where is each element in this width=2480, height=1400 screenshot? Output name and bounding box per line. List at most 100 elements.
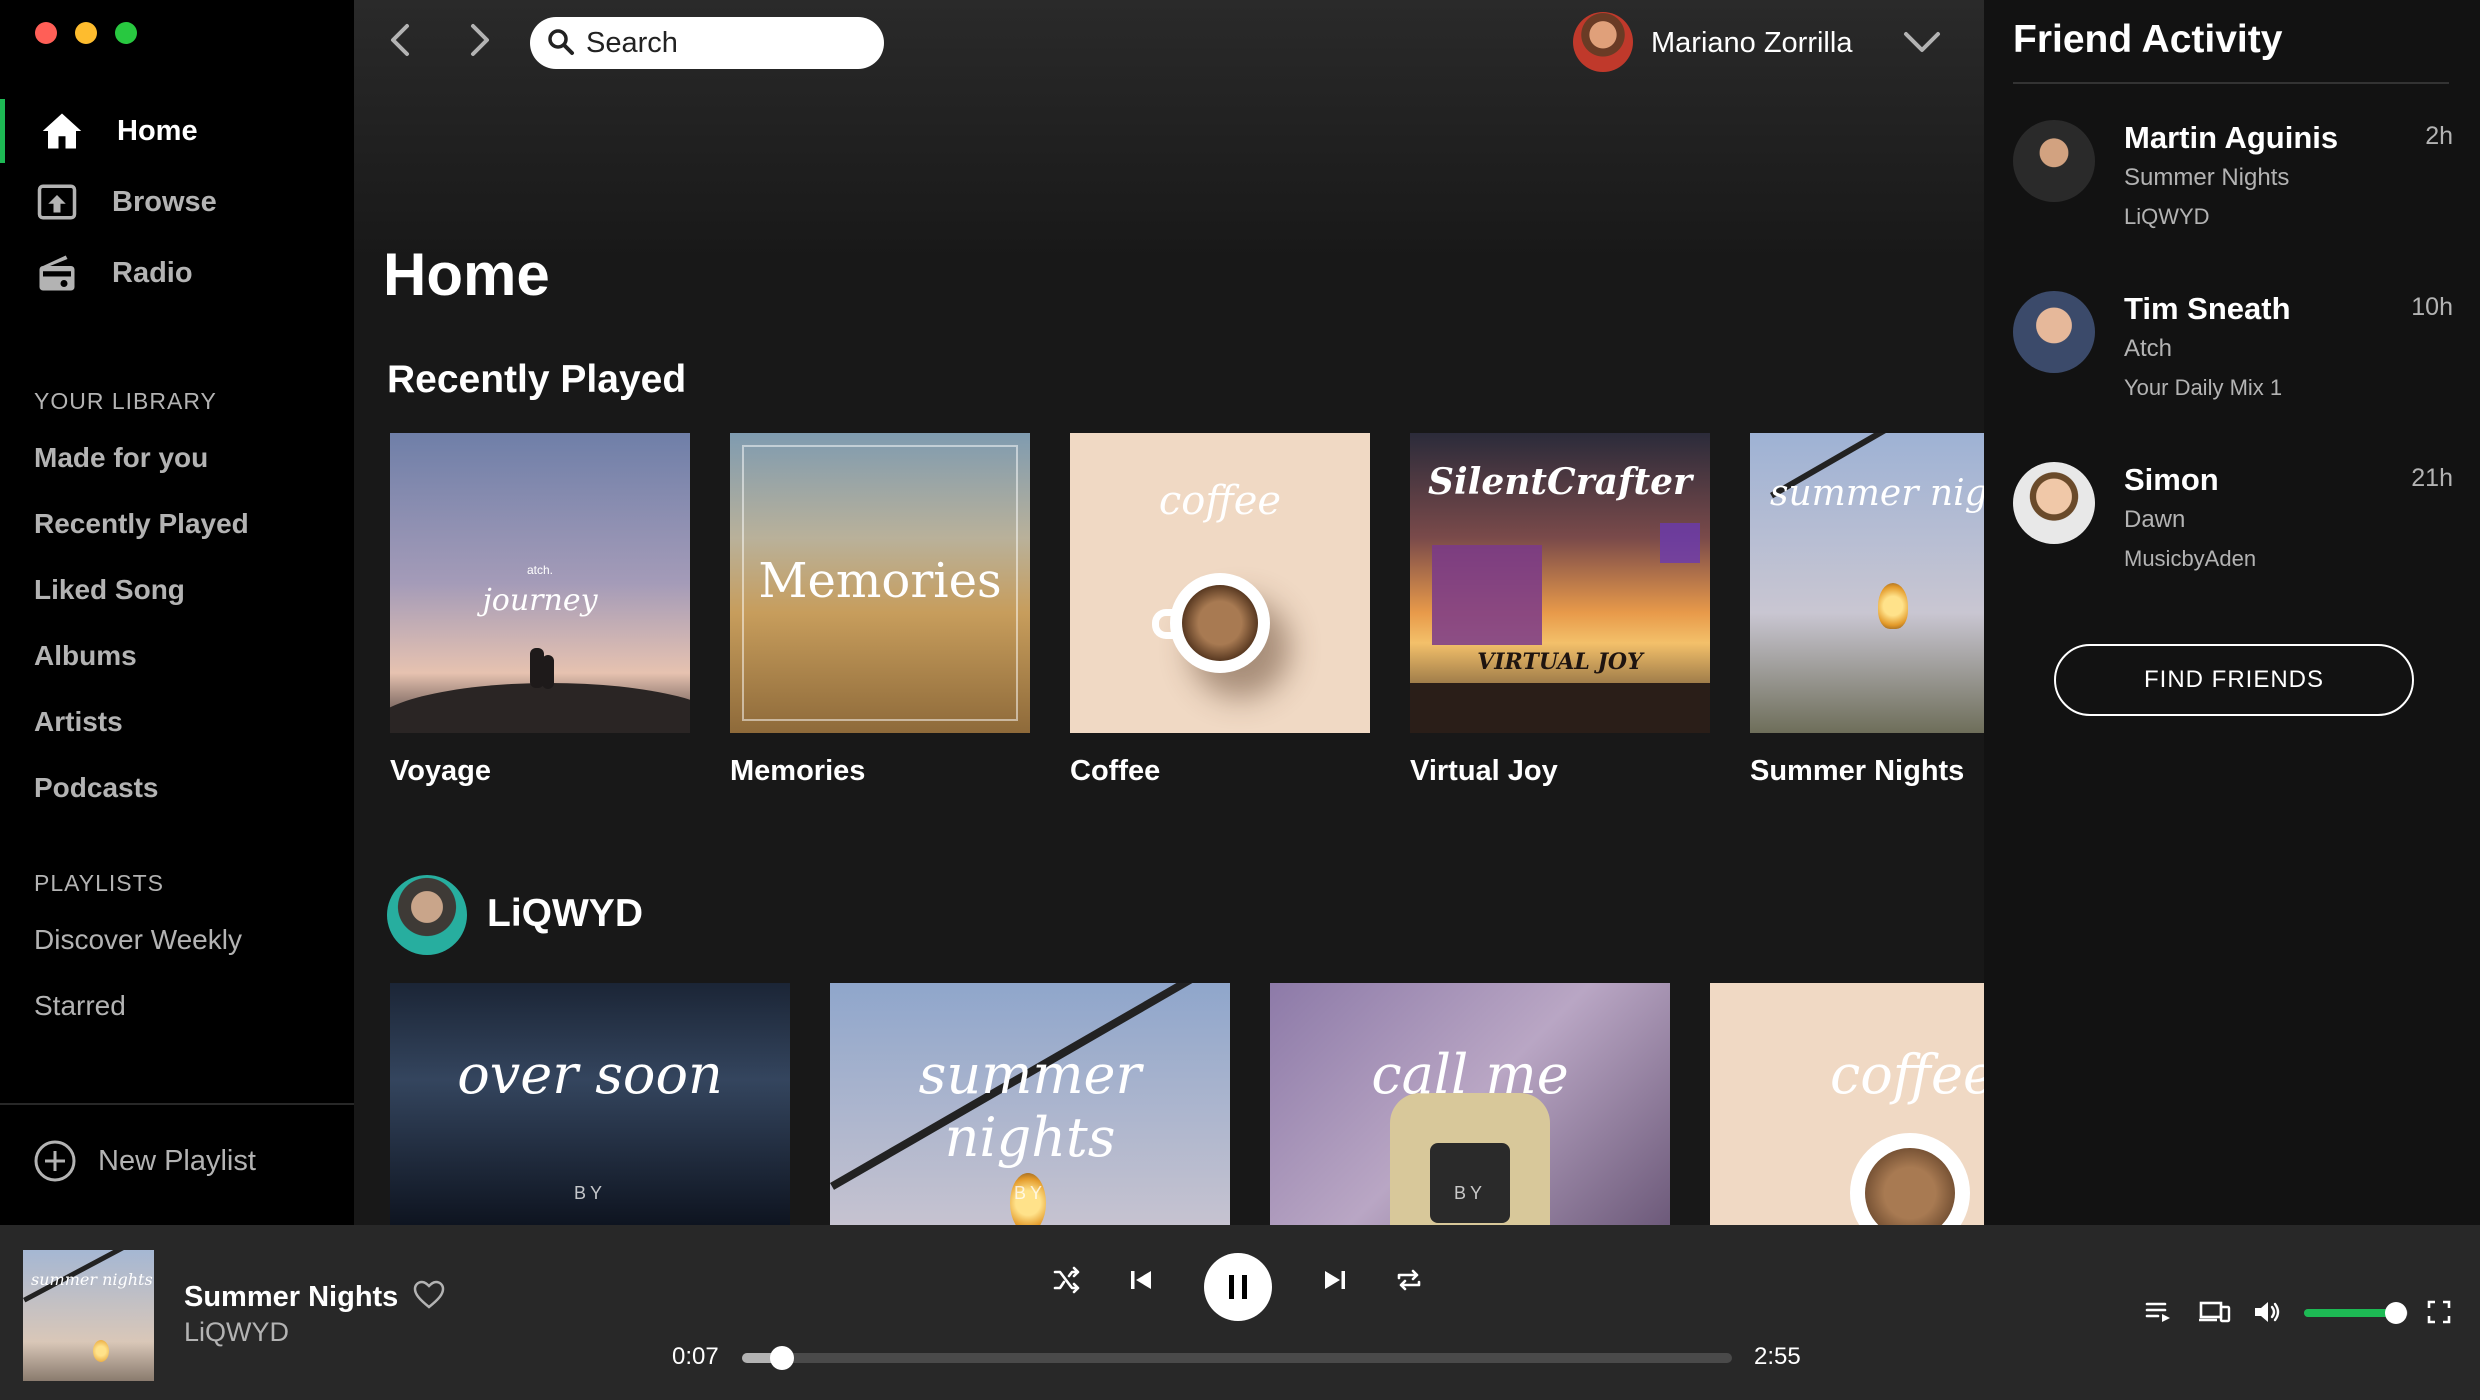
friend-name: Simon bbox=[2124, 462, 2219, 497]
volume-handle[interactable] bbox=[2384, 1302, 2407, 1324]
friend-time: 10h bbox=[2411, 293, 2453, 321]
artist-album-coffee[interactable]: coffee bbox=[1710, 983, 1984, 1225]
new-playlist-button[interactable]: New Playlist bbox=[34, 1140, 256, 1182]
friend-track[interactable]: Dawn bbox=[2124, 506, 2185, 534]
now-playing-cover[interactable]: summer nights bbox=[23, 1250, 154, 1381]
artist-album-call-me[interactable]: call me BY bbox=[1270, 983, 1670, 1225]
shuffle-icon[interactable] bbox=[1052, 1265, 1082, 1295]
search-placeholder: Search bbox=[586, 26, 678, 59]
friend-name: Martin Aguinis bbox=[2124, 120, 2339, 155]
artist-album-summer-nights[interactable]: summer nights BY bbox=[830, 983, 1230, 1225]
album-cover-voyage: atch. journey bbox=[390, 433, 690, 733]
friend-name: Tim Sneath bbox=[2124, 291, 2291, 326]
time-elapsed: 0:07 bbox=[672, 1343, 719, 1370]
friend-item[interactable]: Tim Sneath 10h Atch Your Daily Mix 1 bbox=[2013, 291, 2453, 421]
friend-context[interactable]: MusicbyAden bbox=[2124, 546, 2256, 572]
friend-track[interactable]: Summer Nights bbox=[2124, 164, 2289, 192]
card-label: Coffee bbox=[1070, 755, 1161, 787]
playlist-item-discover-weekly[interactable]: Discover Weekly bbox=[34, 924, 242, 956]
add-circle-icon bbox=[34, 1140, 76, 1182]
volume-fill bbox=[2304, 1309, 2396, 1317]
library-item-podcasts[interactable]: Podcasts bbox=[34, 772, 159, 804]
friend-item[interactable]: Martin Aguinis 2h Summer Nights LiQWYD bbox=[2013, 120, 2453, 250]
cover-text-atch: atch. bbox=[526, 563, 553, 577]
friend-activity-divider bbox=[2013, 82, 2449, 84]
library-item-artists[interactable]: Artists bbox=[34, 706, 123, 738]
chevron-down-icon[interactable] bbox=[1900, 24, 1944, 60]
volume-icon[interactable] bbox=[2252, 1297, 2284, 1327]
friend-track[interactable]: Atch bbox=[2124, 335, 2172, 363]
recent-card-summer-nights[interactable]: summer nights Summer Nights bbox=[1750, 433, 1984, 788]
now-playing-title[interactable]: Summer Nights bbox=[184, 1281, 398, 1314]
nav-home[interactable]: Home bbox=[0, 99, 354, 163]
next-track-icon[interactable] bbox=[1320, 1265, 1350, 1295]
forward-arrow-icon[interactable] bbox=[458, 20, 498, 60]
player-bar: summer nights Summer Nights LiQWYD 0:07 … bbox=[0, 1225, 2480, 1400]
home-icon bbox=[42, 113, 82, 149]
nav-browse-label: Browse bbox=[112, 185, 217, 218]
heart-icon[interactable] bbox=[413, 1280, 445, 1310]
friend-activity-title: Friend Activity bbox=[2013, 18, 2283, 61]
cover-text-coffee: coffee bbox=[1830, 1043, 1984, 1106]
recent-card-virtual-joy[interactable]: SilentCrafter VIRTUAL JOY Virtual Joy bbox=[1410, 433, 1710, 788]
cover-text-journey: journey bbox=[482, 583, 598, 618]
back-arrow-icon[interactable] bbox=[382, 20, 422, 60]
search-icon bbox=[548, 29, 574, 55]
cover-text-virtual-joy: VIRTUAL JOY bbox=[1477, 649, 1643, 675]
friend-time: 2h bbox=[2425, 122, 2453, 150]
album-cover-summer-nights: summer nights bbox=[1750, 433, 1984, 733]
friend-avatar bbox=[2013, 462, 2095, 544]
friend-avatar bbox=[2013, 120, 2095, 202]
minimize-window-button[interactable] bbox=[75, 22, 97, 44]
library-item-liked-songs[interactable]: Liked Song bbox=[34, 574, 185, 606]
progress-handle[interactable] bbox=[769, 1346, 794, 1370]
card-label: Summer Nights bbox=[1750, 755, 1965, 787]
user-name[interactable]: Mariano Zorrilla bbox=[1651, 27, 1852, 60]
time-total: 2:55 bbox=[1754, 1343, 1801, 1370]
friend-context[interactable]: LiQWYD bbox=[2124, 204, 2210, 230]
friend-time: 21h bbox=[2411, 464, 2453, 492]
cover-text-over-soon: over soon bbox=[457, 1043, 723, 1106]
pause-icon bbox=[1229, 1275, 1247, 1299]
library-item-recently-played[interactable]: Recently Played bbox=[34, 508, 249, 540]
previous-track-icon[interactable] bbox=[1126, 1265, 1156, 1295]
search-input[interactable]: Search bbox=[530, 17, 884, 69]
recently-played-title: Recently Played bbox=[387, 358, 687, 401]
radio-icon bbox=[39, 255, 75, 291]
devices-icon[interactable] bbox=[2197, 1297, 2231, 1327]
library-section-title: YOUR LIBRARY bbox=[34, 388, 217, 414]
card-label: Voyage bbox=[390, 755, 492, 787]
zoom-window-button[interactable] bbox=[115, 22, 137, 44]
friend-item[interactable]: Simon 21h Dawn MusicbyAden bbox=[2013, 462, 2453, 592]
artist-name[interactable]: LiQWYD bbox=[487, 892, 643, 936]
artist-avatar[interactable] bbox=[387, 875, 467, 955]
card-label: Virtual Joy bbox=[1410, 755, 1558, 787]
playlist-item-starred[interactable]: Starred bbox=[34, 990, 126, 1022]
recent-card-memories[interactable]: Memories Memories bbox=[730, 433, 1030, 788]
cover-by-label: BY bbox=[1453, 1183, 1486, 1203]
fullscreen-icon[interactable] bbox=[2424, 1297, 2454, 1327]
queue-icon[interactable] bbox=[2144, 1297, 2174, 1327]
user-avatar[interactable] bbox=[1573, 12, 1633, 72]
find-friends-button[interactable]: FIND FRIENDS bbox=[2054, 644, 2414, 716]
volume-slider[interactable] bbox=[2304, 1302, 2408, 1324]
nav-radio[interactable]: Radio bbox=[0, 241, 354, 305]
window-controls bbox=[35, 22, 137, 44]
friend-context[interactable]: Your Daily Mix 1 bbox=[2124, 375, 2282, 401]
cover-text-coffee: coffee bbox=[1158, 478, 1282, 524]
library-item-albums[interactable]: Albums bbox=[34, 640, 137, 672]
recent-card-coffee[interactable]: coffee Coffee bbox=[1070, 433, 1370, 788]
new-playlist-label: New Playlist bbox=[98, 1144, 256, 1177]
album-cover-memories: Memories bbox=[730, 433, 1030, 733]
artist-album-over-soon[interactable]: over soon BY bbox=[390, 983, 790, 1225]
album-cover-coffee: coffee bbox=[1070, 433, 1370, 733]
recent-card-voyage[interactable]: atch. journey Voyage bbox=[390, 433, 690, 788]
library-item-made-for-you[interactable]: Made for you bbox=[34, 442, 208, 474]
main-content: Search Mariano Zorrilla Home Recently Pl… bbox=[354, 0, 1984, 1225]
progress-bar[interactable] bbox=[742, 1346, 1732, 1370]
pause-button[interactable] bbox=[1204, 1253, 1272, 1321]
nav-browse[interactable]: Browse bbox=[0, 170, 354, 234]
now-playing-artist[interactable]: LiQWYD bbox=[184, 1317, 289, 1348]
close-window-button[interactable] bbox=[35, 22, 57, 44]
repeat-icon[interactable] bbox=[1394, 1265, 1424, 1295]
